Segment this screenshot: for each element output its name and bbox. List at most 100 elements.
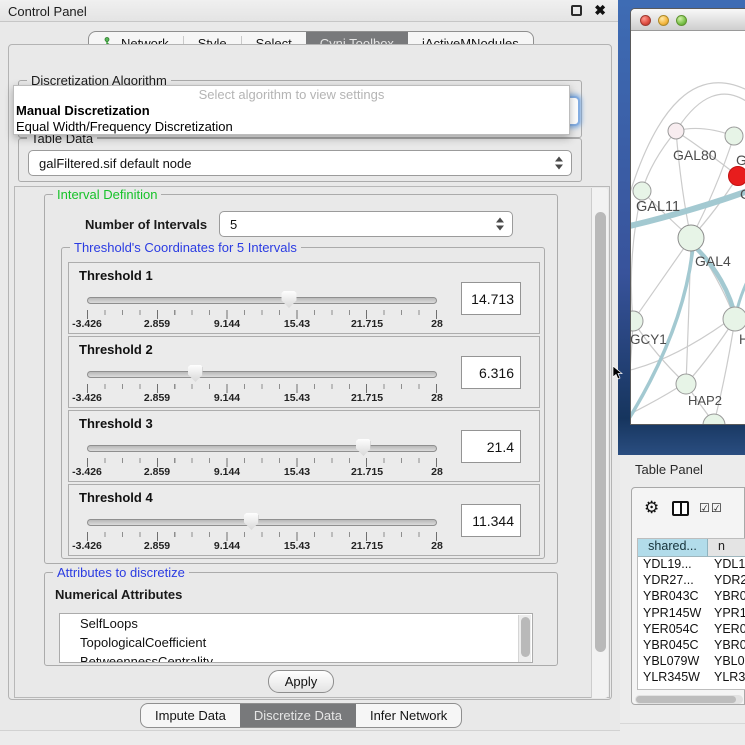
- table-row[interactable]: YPR145WYPR1: [638, 606, 745, 622]
- table-row[interactable]: YER054CYER0: [638, 622, 745, 638]
- node-label[interactable]: GCY1: [630, 332, 667, 347]
- threshold-4-value-field[interactable]: 11.344: [461, 504, 521, 537]
- node[interactable]: [678, 225, 704, 251]
- apply-button[interactable]: Apply: [268, 670, 334, 693]
- node-label[interactable]: GAL11: [636, 199, 680, 215]
- checkbox-icon[interactable]: ☑: [699, 501, 710, 515]
- node-label[interactable]: HAP2: [688, 393, 722, 408]
- node-label[interactable]: H: [739, 332, 745, 347]
- list-item[interactable]: BetweennessCentrality: [60, 652, 532, 663]
- node[interactable]: [703, 414, 725, 425]
- zoom-traffic-light-icon[interactable]: [676, 15, 687, 26]
- table-panel-body: ⚙ ☑ ☑ shared... n YDL19...YDL1 YDR27...Y…: [631, 487, 745, 705]
- slider-track[interactable]: [87, 371, 437, 378]
- cell[interactable]: YER0: [708, 622, 745, 638]
- column-header-shared-name[interactable]: shared...: [638, 539, 708, 556]
- numerical-attributes-list[interactable]: SelfLoops TopologicalCoefficient Between…: [59, 613, 533, 663]
- table-row[interactable]: YIL052CYIL0: [638, 687, 745, 691]
- scrollbar-thumb[interactable]: [636, 696, 736, 703]
- node[interactable]: [676, 374, 696, 394]
- table-row[interactable]: YBR045CYBR0: [638, 638, 745, 654]
- threshold-1-slider[interactable]: [87, 289, 437, 309]
- cell[interactable]: YPR145W: [638, 606, 708, 622]
- cell[interactable]: YIL0: [708, 687, 745, 691]
- algorithm-option-manual[interactable]: Manual Discretization: [16, 103, 150, 118]
- node[interactable]: [631, 311, 643, 331]
- table-horizontal-scrollbar[interactable]: [635, 695, 743, 704]
- slider-thumb[interactable]: [282, 291, 297, 308]
- slider-track[interactable]: [87, 519, 437, 526]
- threshold-2-slider[interactable]: [87, 363, 437, 383]
- node-label[interactable]: GAL80: [673, 147, 717, 163]
- node-label[interactable]: GAL4: [695, 253, 731, 269]
- threshold-4-slider[interactable]: [87, 511, 437, 531]
- cell[interactable]: YDR27...: [638, 573, 708, 589]
- column-header-name[interactable]: n: [708, 539, 745, 556]
- algorithm-option-equal-width[interactable]: Equal Width/Frequency Discretization: [16, 119, 233, 134]
- table-row[interactable]: YBL079WYBL0: [638, 654, 745, 670]
- cell[interactable]: YDR2: [708, 573, 745, 589]
- table-row[interactable]: YLR345WYLR3: [638, 670, 745, 686]
- threshold-2-value-field[interactable]: 6.316: [461, 356, 521, 389]
- node-label[interactable]: C: [740, 186, 745, 202]
- cell[interactable]: YBR043C: [638, 589, 708, 605]
- slider-thumb[interactable]: [188, 365, 203, 382]
- scale-tick-label: 2.859: [144, 392, 170, 404]
- attributes-list-scrollbar[interactable]: [518, 615, 531, 663]
- cell[interactable]: YBR0: [708, 589, 745, 605]
- slider-thumb[interactable]: [356, 439, 371, 456]
- node-selected[interactable]: [729, 167, 745, 186]
- threshold-1-value-field[interactable]: 14.713: [461, 282, 521, 315]
- threshold-3-slider[interactable]: [87, 437, 437, 457]
- cell[interactable]: YDL19...: [638, 557, 708, 573]
- cell[interactable]: YLR345W: [638, 670, 708, 686]
- node-table[interactable]: shared... n YDL19...YDL1 YDR27...YDR2 YB…: [637, 538, 745, 690]
- tab-impute-data[interactable]: Impute Data: [141, 704, 240, 727]
- table-row[interactable]: YDR27...YDR2: [638, 573, 745, 589]
- network-window-titlebar[interactable]: [631, 9, 745, 31]
- slider-track[interactable]: [87, 297, 437, 304]
- tab-infer-network[interactable]: Infer Network: [356, 704, 461, 727]
- list-item[interactable]: SelfLoops: [60, 614, 532, 633]
- cell[interactable]: YLR3: [708, 670, 745, 686]
- bottom-strip: [0, 730, 620, 745]
- node[interactable]: [633, 182, 651, 200]
- scrollbar-thumb[interactable]: [595, 212, 606, 652]
- float-window-icon[interactable]: [571, 5, 582, 16]
- cell[interactable]: YBR0: [708, 638, 745, 654]
- threshold-3-value-field[interactable]: 21.4: [461, 430, 521, 463]
- cell[interactable]: YPR1: [708, 606, 745, 622]
- slider-track[interactable]: [87, 445, 437, 452]
- cell[interactable]: YBL0: [708, 654, 745, 670]
- node-label[interactable]: G: [736, 152, 745, 168]
- close-traffic-light-icon[interactable]: [640, 15, 651, 26]
- node[interactable]: [723, 307, 745, 331]
- cell[interactable]: YER054C: [638, 622, 708, 638]
- edge: [633, 321, 686, 384]
- close-icon[interactable]: ✖: [594, 2, 606, 19]
- tab-discretize-data[interactable]: Discretize Data: [240, 704, 356, 727]
- list-item[interactable]: TopologicalCoefficient: [60, 633, 532, 652]
- node[interactable]: [668, 123, 684, 139]
- table-row[interactable]: YDL19...YDL1: [638, 557, 745, 573]
- cell[interactable]: YIL052C: [638, 687, 708, 691]
- checkbox-icon[interactable]: ☑: [711, 501, 722, 515]
- scrollbar-thumb[interactable]: [521, 617, 530, 657]
- table-row[interactable]: YBR043CYBR0: [638, 589, 745, 605]
- number-of-intervals-combobox[interactable]: 5: [219, 211, 513, 237]
- cell[interactable]: YDL1: [708, 557, 745, 573]
- network-view-window[interactable]: GAL80 G C GAL11 GAL4 GCY1 H HAP2: [630, 8, 745, 425]
- cell[interactable]: YBR045C: [638, 638, 708, 654]
- gear-icon[interactable]: ⚙: [644, 498, 659, 518]
- slider-thumb[interactable]: [244, 513, 259, 530]
- tab-impute-data-label: Impute Data: [155, 708, 226, 723]
- table-panel: Table Panel ⚙ ☑ ☑ shared... n YDL19...YD…: [620, 455, 745, 745]
- settings-vertical-scrollbar[interactable]: [591, 188, 608, 698]
- scale-tick-label: -3.426: [72, 540, 102, 552]
- network-canvas[interactable]: GAL80 G C GAL11 GAL4 GCY1 H HAP2: [631, 31, 745, 425]
- minimize-traffic-light-icon[interactable]: [658, 15, 669, 26]
- split-columns-icon[interactable]: [672, 501, 689, 516]
- table-data-combobox[interactable]: galFiltered.sif default node: [28, 150, 572, 176]
- node[interactable]: [725, 127, 743, 145]
- cell[interactable]: YBL079W: [638, 654, 708, 670]
